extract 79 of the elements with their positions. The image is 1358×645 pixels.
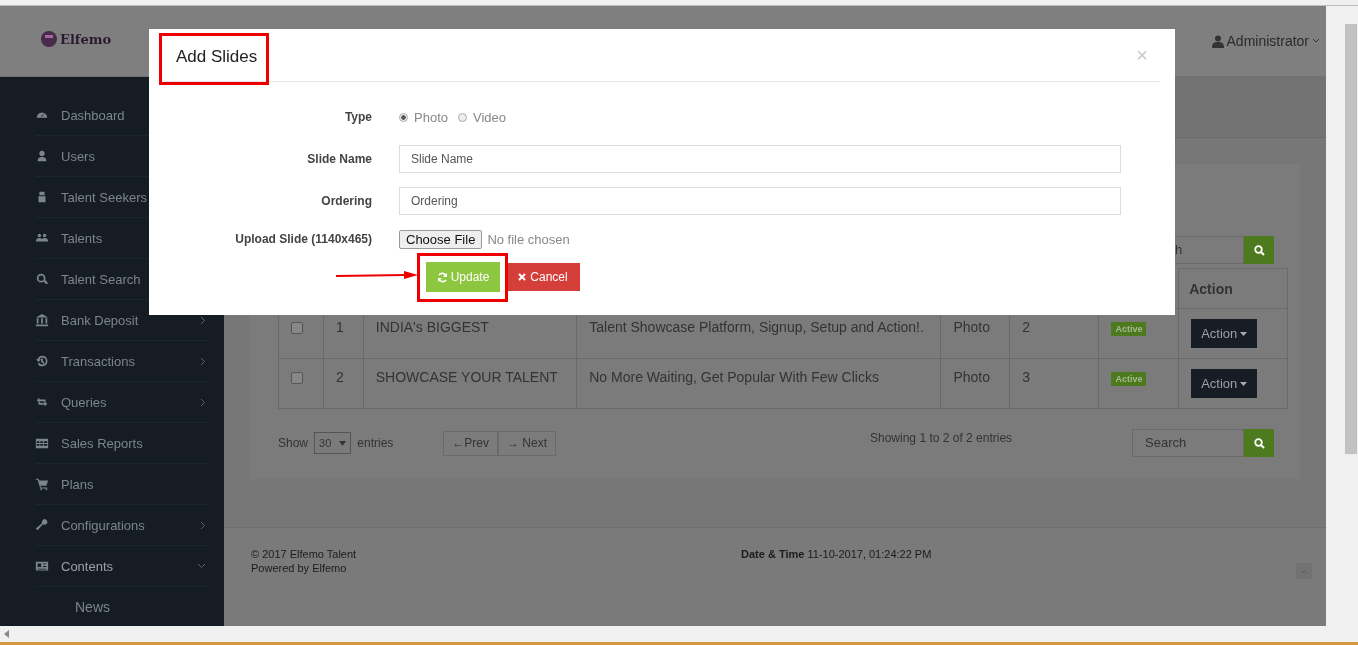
field-label: Slide Name (306, 152, 373, 166)
caret-icon (1240, 381, 1248, 386)
field-label: Upload Slide (1140x465) (234, 232, 373, 246)
search-button[interactable] (1244, 429, 1274, 457)
table-cell: Photo (953, 319, 990, 335)
action-button[interactable]: Action (1191, 369, 1258, 398)
logo-text: Elfemo (60, 31, 112, 47)
menu-icon (35, 149, 49, 163)
prev-button[interactable]: ←Prev (443, 430, 498, 456)
horizontal-scrollbar[interactable] (0, 626, 1358, 645)
field-label: Ordering (320, 194, 373, 208)
powered-by-text: Powered by Elfemo (251, 562, 348, 574)
row-checkbox[interactable] (291, 322, 303, 334)
table-cell: Photo (953, 369, 990, 385)
search-field[interactable]: Search (1132, 429, 1244, 457)
show-label: Show (278, 436, 309, 450)
page-size-select[interactable]: 30 (314, 432, 352, 454)
sidebar-item[interactable]: Contents (35, 546, 210, 587)
menu-icon (35, 559, 49, 573)
sidebar-item[interactable]: Configurations (35, 505, 210, 546)
modal-title: Add Slides (176, 47, 258, 67)
close-icon (518, 273, 527, 281)
logo-icon (40, 30, 58, 48)
search-icon (1253, 244, 1265, 256)
scroll-left-icon (4, 630, 10, 638)
menu-icon (35, 436, 49, 450)
next-button[interactable]: → Next (498, 430, 556, 456)
refresh-icon (436, 271, 448, 283)
chevron-down-icon (197, 563, 206, 569)
file-status-text: No file chosen (487, 231, 570, 247)
table-cell: Talent Showcase Platform, Signup, Setup and Action!. (589, 319, 924, 335)
ordering-field[interactable]: Ordering (399, 187, 1121, 215)
status-badge: Active (1111, 372, 1147, 386)
radio-option[interactable]: Video (458, 109, 506, 125)
field-label: Type (343, 110, 373, 124)
table-cell: No More Waiting, Get Popular With Few Clicks (589, 369, 879, 385)
search-icon (1253, 437, 1265, 449)
entries-info: Showing 1 to 2 of 2 entries (870, 430, 1013, 445)
table-cell: INDIA's BIGGEST (375, 319, 489, 335)
table-cell: 1 (335, 319, 344, 335)
caret-icon (1240, 331, 1248, 336)
action-button[interactable]: Action (1191, 319, 1258, 348)
slide-name-field[interactable]: Slide Name (399, 145, 1121, 173)
sidebar-item[interactable]: Queries (35, 382, 210, 423)
date-time-text: Date & Time 11-10-2017, 01:24:22 PM (741, 548, 932, 562)
user-menu[interactable]: Administrator (1211, 33, 1320, 49)
choose-file-button[interactable]: Choose File (399, 229, 483, 249)
sidebar-item[interactable]: Transactions (35, 341, 210, 382)
table-cell: 2 (335, 369, 344, 385)
user-icon (1211, 34, 1224, 48)
chevron-right-icon (200, 356, 206, 366)
menu-icon (35, 477, 49, 491)
chevron-up-icon (1300, 568, 1308, 574)
sidebar-item[interactable]: Sales Reports (35, 423, 210, 464)
status-badge: Active (1111, 322, 1147, 336)
menu-icon (35, 272, 49, 286)
table-cell: 3 (1022, 369, 1031, 385)
copyright-text: © 2017 Elfemo Talent (251, 548, 358, 560)
sidebar-subitem[interactable]: News (0, 587, 224, 627)
menu-icon (35, 313, 49, 327)
chevron-right-icon (200, 397, 206, 407)
caret-icon (339, 440, 347, 446)
row-checkbox[interactable] (291, 372, 303, 384)
menu-icon (35, 231, 49, 245)
chevron-down-icon (1312, 38, 1320, 44)
column-header: Action (1178, 268, 1288, 309)
chevron-right-icon (200, 520, 206, 530)
search-button[interactable] (1244, 236, 1274, 264)
search-field[interactable]: h (1175, 236, 1244, 264)
menu-icon (35, 518, 49, 532)
menu-icon (35, 354, 49, 368)
cancel-button[interactable]: Cancel (506, 263, 580, 291)
sidebar-item[interactable]: Plans (35, 464, 210, 505)
entries-label: entries (357, 436, 394, 450)
vertical-scrollbar[interactable] (1326, 6, 1358, 626)
table-cell: 2 (1022, 319, 1031, 335)
radio-option[interactable]: Photo (399, 109, 448, 125)
chevron-right-icon (200, 315, 206, 325)
table-cell: SHOWCASE YOUR TALENT (375, 369, 558, 385)
